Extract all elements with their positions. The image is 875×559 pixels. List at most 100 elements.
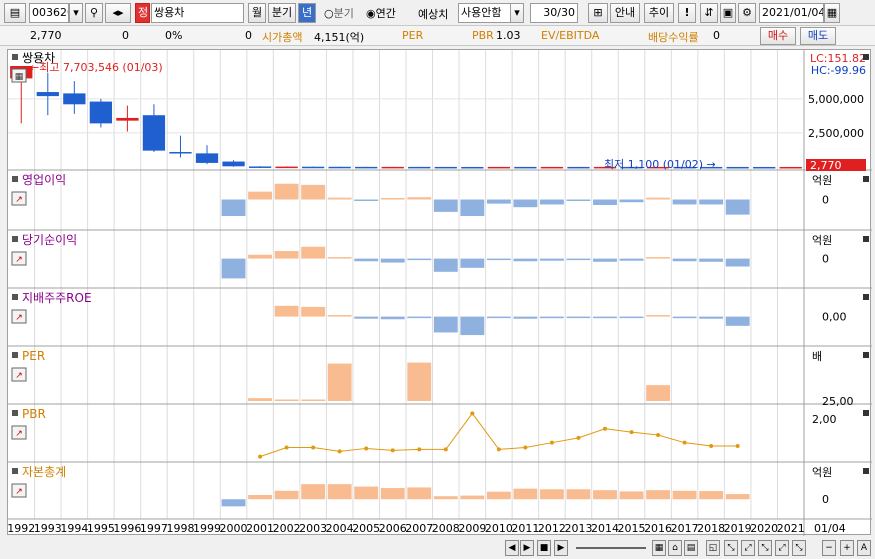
calendar-icon[interactable]: ▦ bbox=[824, 3, 840, 23]
layout-icon[interactable]: ▤ bbox=[4, 3, 26, 23]
code-dropdown-icon[interactable]: ▾ bbox=[69, 3, 83, 23]
bar-mark bbox=[513, 199, 538, 208]
play-icon[interactable]: ▶ bbox=[554, 540, 568, 556]
stock-badge: 정 bbox=[135, 3, 150, 23]
line-point bbox=[682, 440, 687, 445]
pane-close-icon bbox=[863, 54, 869, 60]
tools-icon[interactable]: ⇵ bbox=[700, 3, 718, 23]
bar-mark bbox=[539, 316, 564, 319]
info-bar: 2,770 0 0% 0 시가총액 4,151(억) PER PBR 1.03 … bbox=[0, 26, 875, 46]
forecast-label: 예상치 bbox=[418, 8, 449, 21]
candle-body bbox=[726, 166, 749, 169]
bar-mark bbox=[699, 316, 724, 319]
period-quarter-button[interactable]: 분기 bbox=[268, 3, 296, 23]
bar-mark bbox=[301, 246, 326, 259]
x-tick-label: 2020 bbox=[750, 522, 778, 535]
pane-title: PER bbox=[22, 349, 45, 363]
bar-mark bbox=[725, 494, 750, 500]
pane-settings-glyph: ↗ bbox=[15, 429, 23, 439]
bar-mark bbox=[513, 258, 538, 262]
pane-title: PBR bbox=[22, 407, 46, 421]
view-icon-1[interactable]: ▦ bbox=[652, 540, 666, 556]
pane-tick-label: 2,00 bbox=[812, 413, 837, 426]
pane-marker-icon bbox=[12, 294, 18, 300]
sound-icon[interactable]: ◂▸ bbox=[105, 3, 131, 23]
pane-marker-icon bbox=[12, 352, 18, 358]
view-icon-4[interactable]: ◱ bbox=[706, 540, 720, 556]
pane-title: 영업이익 bbox=[22, 173, 66, 187]
current-price-label: 2,770 bbox=[810, 159, 842, 172]
candle-body bbox=[89, 101, 113, 124]
x-tick-label: 2001 bbox=[246, 522, 274, 535]
bar-mark bbox=[699, 491, 724, 500]
x-tick-label: 2021 bbox=[777, 522, 805, 535]
draw-icon-3[interactable]: ⤡ bbox=[758, 540, 772, 556]
x-tick-label: 2012 bbox=[538, 522, 566, 535]
line-point bbox=[709, 444, 714, 449]
pane-settings-glyph: ↗ bbox=[15, 371, 23, 381]
line-point bbox=[443, 447, 448, 452]
hc-label: HC:-99.96 bbox=[811, 64, 866, 77]
bar-mark bbox=[248, 254, 273, 259]
bar-mark bbox=[593, 258, 617, 262]
sell-button[interactable]: 매도 bbox=[800, 27, 836, 45]
bar-mark bbox=[354, 316, 379, 319]
x-tick-label: 1995 bbox=[87, 522, 115, 535]
forecast-dropdown-icon[interactable]: ▾ bbox=[510, 3, 524, 23]
settings-icon[interactable]: ⚙ bbox=[738, 3, 756, 23]
zoom-icon[interactable]: ⊞ bbox=[588, 3, 608, 23]
bar-mark bbox=[301, 184, 326, 200]
bar-mark bbox=[407, 316, 432, 319]
bar-mark bbox=[327, 197, 352, 200]
save-icon[interactable]: ▣ bbox=[720, 3, 736, 23]
scroll-end-icon[interactable]: ▶ bbox=[520, 540, 534, 556]
bar-mark bbox=[699, 258, 724, 262]
price-change: 0 bbox=[122, 29, 129, 42]
period-month-button[interactable]: 월 bbox=[248, 3, 266, 23]
scroll-start-icon[interactable]: ◀ bbox=[505, 540, 519, 556]
draw-icon-5[interactable]: ⤡ bbox=[792, 540, 806, 556]
bar-mark bbox=[248, 495, 273, 500]
pane-title: 자본총계 bbox=[22, 465, 66, 479]
dividend-value: 0 bbox=[713, 29, 720, 42]
x-tick-label: 1998 bbox=[166, 522, 194, 535]
alert-button[interactable]: ! bbox=[678, 3, 696, 23]
radio-annual[interactable]: ◉연간 bbox=[366, 5, 396, 21]
pane-close-icon bbox=[863, 236, 869, 242]
search-icon[interactable]: ⚲ bbox=[85, 3, 103, 23]
candle-body bbox=[195, 153, 219, 163]
trend-button[interactable]: 추이 bbox=[644, 3, 674, 23]
bar-mark bbox=[274, 183, 299, 200]
draw-icon-4[interactable]: ⤢ bbox=[775, 540, 789, 556]
radio-quarter[interactable]: ○분기 bbox=[324, 5, 354, 21]
stop-icon[interactable]: ■ bbox=[537, 540, 551, 556]
stock-code-input[interactable]: 003620 bbox=[29, 3, 69, 23]
bar-mark bbox=[433, 496, 458, 500]
draw-icon-1[interactable]: ⤡ bbox=[724, 540, 738, 556]
zoom-out-icon[interactable]: − bbox=[822, 540, 836, 556]
draw-icon-2[interactable]: ⤢ bbox=[741, 540, 755, 556]
pane-marker-icon bbox=[12, 410, 18, 416]
view-icon-2[interactable]: ⌂ bbox=[668, 540, 682, 556]
view-icon-3[interactable]: ▤ bbox=[684, 540, 698, 556]
bar-mark bbox=[407, 487, 432, 500]
bar-mark bbox=[699, 199, 724, 205]
ev-ebitda-label: EV/EBITDA bbox=[541, 29, 600, 42]
candle-body bbox=[408, 166, 431, 169]
date-field[interactable]: 2021/01/04 bbox=[759, 3, 824, 23]
font-size-icon[interactable]: A bbox=[857, 540, 871, 556]
buy-button[interactable]: 매수 bbox=[760, 27, 796, 45]
zoom-slider[interactable] bbox=[576, 547, 646, 549]
candle-body bbox=[142, 115, 166, 151]
x-tick-label: 2007 bbox=[405, 522, 433, 535]
chart-area[interactable]: 5,000,000 2,500,000 쌍용차 ▦ ←최고 7,703,546 (01/… bbox=[7, 49, 872, 536]
bar-mark bbox=[460, 199, 485, 216]
chart-svg[interactable]: 5,000,0002,500,000쌍용차▦←최고 7,703,546 (01/… bbox=[7, 50, 872, 536]
period-year-button[interactable]: 년 bbox=[298, 3, 316, 23]
zoom-in-icon[interactable]: + bbox=[840, 540, 854, 556]
line-point bbox=[337, 449, 342, 454]
count-field[interactable]: 30/30 bbox=[530, 3, 578, 23]
guide-button[interactable]: 안내 bbox=[610, 3, 640, 23]
stock-name-field[interactable]: 쌍용차 bbox=[151, 3, 244, 23]
pane-tick-label: 0 bbox=[822, 493, 829, 506]
